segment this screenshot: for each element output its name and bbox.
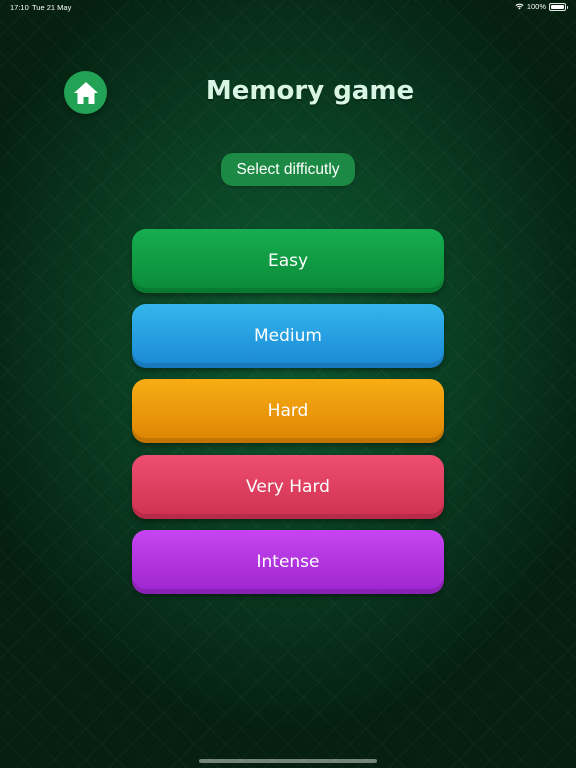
medium-button[interactable]: Medium <box>132 304 444 368</box>
memory-game-screen: 17:10 Tue 21 May 100% Memory game Select… <box>0 0 576 768</box>
select-difficulty-label: Select difficutly <box>221 153 355 186</box>
easy-button[interactable]: Easy <box>132 229 444 293</box>
hard-button[interactable]: Hard <box>132 379 444 443</box>
home-icon <box>73 81 98 104</box>
status-indicators: 100% <box>515 2 568 11</box>
battery-level <box>551 4 564 9</box>
page-title: Memory game <box>205 76 415 106</box>
home-indicator[interactable] <box>199 759 377 763</box>
status-bar: 17:10 Tue 21 May 100% <box>0 0 576 14</box>
status-time: 17:10 <box>10 3 29 12</box>
status-date: Tue 21 May <box>32 3 72 12</box>
wifi-icon <box>515 3 524 10</box>
battery-percentage: 100% <box>526 2 546 11</box>
home-button[interactable] <box>64 71 107 114</box>
very-hard-button[interactable]: Very Hard <box>132 455 444 519</box>
battery-icon <box>549 2 568 11</box>
intense-button[interactable]: Intense <box>132 530 444 594</box>
